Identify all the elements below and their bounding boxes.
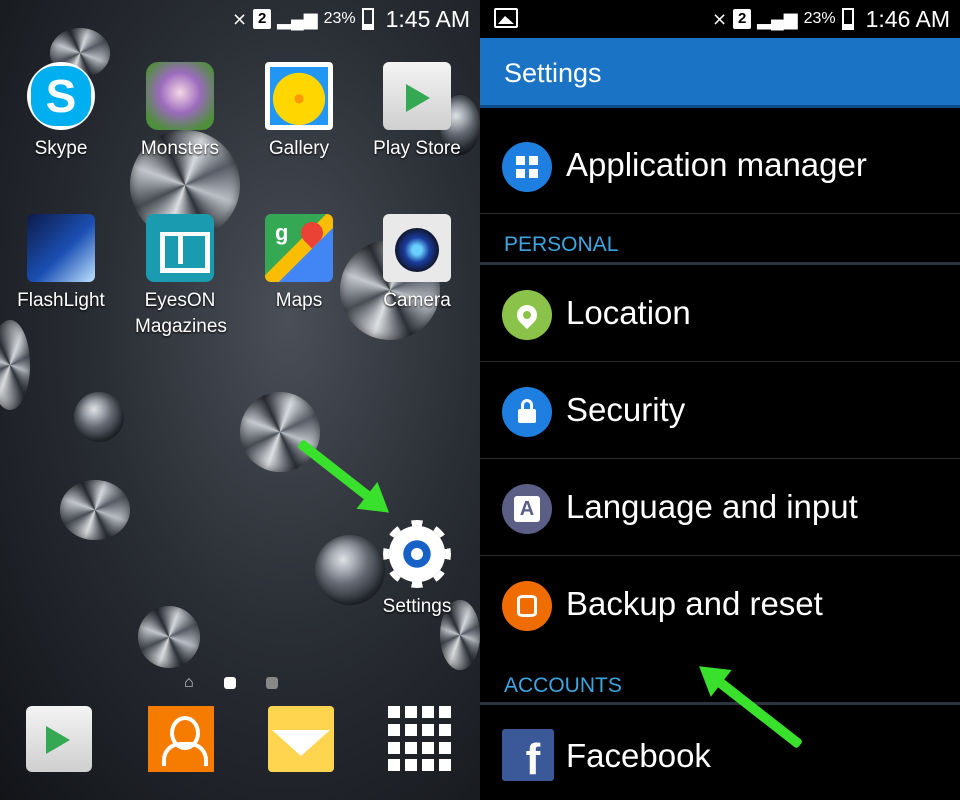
- sim-badge: 2: [253, 9, 272, 29]
- app-label: Monsters: [140, 138, 220, 159]
- sim-badge: 2: [733, 9, 752, 29]
- settings-item-label: Application manager: [566, 146, 867, 183]
- page-dot[interactable]: [223, 677, 236, 689]
- settings-item-security[interactable]: Security: [480, 363, 960, 459]
- eyeson-icon: [146, 214, 214, 282]
- clock: 1:45 AM: [385, 5, 470, 32]
- page-dot[interactable]: [265, 677, 278, 689]
- battery-icon: [361, 8, 374, 30]
- status-bar: ⨯ 2 ▂▄▆ 23% 1:45 AM: [0, 0, 480, 38]
- play-store-icon: [383, 62, 451, 130]
- app-play-store[interactable]: Play Store: [362, 62, 472, 162]
- settings-gear-icon: [383, 520, 451, 588]
- app-maps[interactable]: g Maps: [244, 214, 354, 314]
- section-divider: [480, 262, 960, 265]
- app-label: Skype: [34, 138, 88, 159]
- battery-percent: 23%: [803, 10, 836, 27]
- app-flashlight[interactable]: FlashLight: [6, 214, 116, 314]
- app-label: Maps: [275, 290, 323, 311]
- camera-icon: [383, 214, 451, 282]
- wallpaper-gem: [138, 606, 200, 668]
- signal-icon: ▂▄▆: [757, 8, 798, 29]
- picture-notification-icon: [494, 8, 518, 28]
- app-label: Camera: [383, 290, 451, 311]
- section-header-accounts: ACCOUNTS: [504, 674, 622, 697]
- play-store-icon[interactable]: [26, 706, 92, 772]
- language-icon: A: [502, 484, 552, 534]
- battery-percent: 23%: [323, 10, 356, 27]
- mute-icon: ⨯: [232, 8, 248, 29]
- skype-icon: S: [27, 62, 95, 130]
- home-screen: ⨯ 2 ▂▄▆ 23% 1:45 AM S Skype Monsters Gal…: [0, 0, 480, 800]
- status-bar: ⨯ 2 ▂▄▆ 23% 1:46 AM: [480, 0, 960, 38]
- settings-screen: ⨯ 2 ▂▄▆ 23% 1:46 AM Settings Application…: [480, 0, 960, 800]
- settings-item-label: Security: [566, 391, 686, 428]
- settings-item-application-manager[interactable]: Application manager: [480, 118, 960, 214]
- backup-icon: [502, 581, 552, 631]
- settings-item-facebook[interactable]: f Facebook: [480, 707, 960, 800]
- section-divider: [480, 702, 960, 705]
- app-label: Settings: [382, 596, 452, 617]
- lock-icon: [502, 387, 552, 437]
- app-label: EyesON Magazines: [135, 290, 227, 337]
- application-manager-icon: [502, 142, 552, 192]
- app-eyeson-magazines[interactable]: EyesON Magazines: [125, 214, 235, 340]
- apps-grid-icon[interactable]: [388, 706, 454, 772]
- messages-icon[interactable]: [268, 706, 334, 772]
- wallpaper-gem: [74, 392, 124, 442]
- settings-item-language-and-input[interactable]: A Language and input: [480, 460, 960, 556]
- gallery-icon: [265, 62, 333, 130]
- app-label: Gallery: [268, 138, 330, 159]
- action-bar: Settings: [480, 38, 960, 108]
- facebook-icon: f: [502, 729, 554, 784]
- settings-item-label: Facebook: [566, 737, 711, 774]
- app-settings[interactable]: Settings: [362, 520, 472, 620]
- settings-item-label: Backup and reset: [566, 585, 823, 622]
- settings-item-backup-and-reset[interactable]: Backup and reset: [480, 557, 960, 653]
- location-icon: [502, 290, 552, 340]
- clock: 1:46 AM: [865, 5, 950, 32]
- signal-icon: ▂▄▆: [277, 8, 318, 29]
- monsters-icon: [146, 62, 214, 130]
- battery-icon: [841, 8, 854, 30]
- settings-item-location[interactable]: Location: [480, 266, 960, 362]
- maps-icon: g: [265, 214, 333, 282]
- wallpaper-gem: [60, 480, 130, 540]
- wallpaper-gem: [240, 392, 320, 472]
- pointer-arrow: [296, 439, 378, 506]
- page-title: Settings: [504, 58, 602, 88]
- home-page-icon[interactable]: ⌂: [184, 674, 194, 692]
- app-label: Play Store: [373, 138, 461, 159]
- section-header-personal: PERSONAL: [504, 233, 619, 256]
- flashlight-icon: [27, 214, 95, 282]
- app-monsters[interactable]: Monsters: [125, 62, 235, 162]
- settings-item-label: Language and input: [566, 488, 858, 525]
- app-gallery[interactable]: Gallery: [244, 62, 354, 162]
- app-skype[interactable]: S Skype: [6, 62, 116, 162]
- mute-icon: ⨯: [712, 8, 728, 29]
- app-camera[interactable]: Camera: [362, 214, 472, 314]
- app-label: FlashLight: [17, 290, 105, 311]
- contacts-icon[interactable]: [148, 706, 214, 772]
- page-indicator[interactable]: ⌂: [184, 674, 278, 692]
- wallpaper-gem: [0, 320, 30, 410]
- settings-item-label: Location: [566, 294, 691, 331]
